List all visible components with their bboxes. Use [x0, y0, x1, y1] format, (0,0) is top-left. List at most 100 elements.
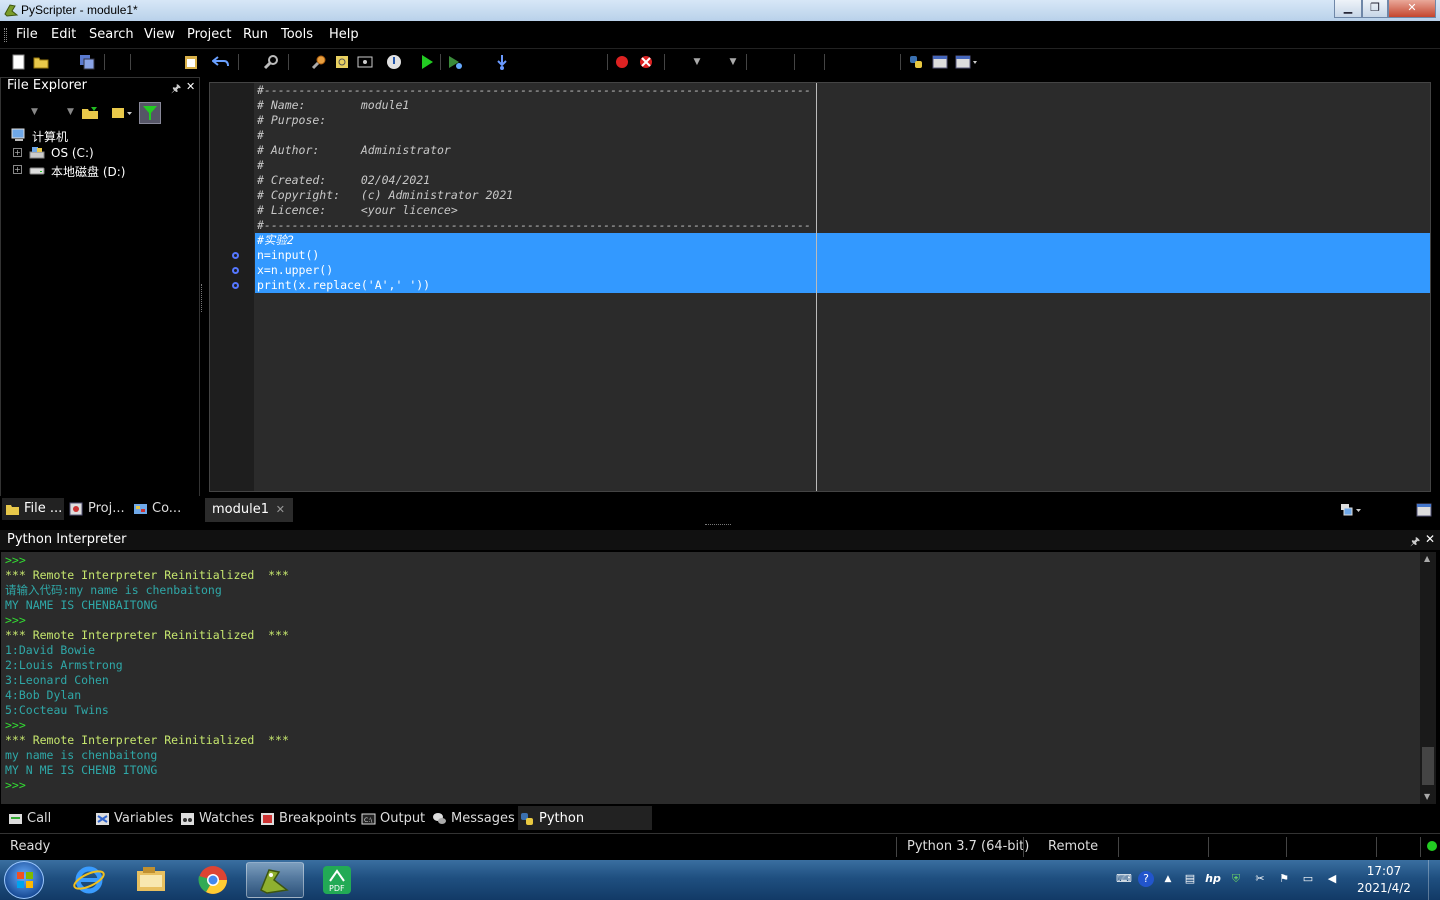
show-desktop-button[interactable]: [1428, 860, 1440, 900]
pin-icon[interactable]: 🖈: [171, 80, 181, 99]
action-center-flag-icon[interactable]: ⚑: [1276, 871, 1292, 887]
taskbar-ie[interactable]: [60, 862, 118, 898]
maximize-button[interactable]: ❐: [1362, 0, 1388, 18]
security-shield-icon[interactable]: ⛨: [1228, 871, 1244, 887]
breakpoint-icon[interactable]: [613, 53, 631, 71]
chevron-down-icon[interactable]: ▼: [67, 107, 74, 117]
python-version[interactable]: Python 3.7 (64-bit): [907, 839, 1029, 854]
network-device-icon[interactable]: ▤: [1182, 871, 1198, 887]
tab-project-explorer[interactable]: Proj...: [66, 498, 128, 520]
console-line[interactable]: 4:Bob Dylan: [5, 688, 81, 703]
close-tab-icon[interactable]: ✕: [276, 498, 285, 522]
tab-python-interpreter[interactable]: Python Interpreter: [518, 806, 652, 852]
console-line[interactable]: MY NAME IS CHENBAITONG: [5, 598, 157, 613]
console-line[interactable]: 2:Louis Armstrong: [5, 658, 123, 673]
step-into-icon[interactable]: [493, 53, 511, 71]
console-line[interactable]: >>>: [5, 718, 26, 733]
open-folder-icon[interactable]: [32, 53, 50, 71]
volume-icon[interactable]: ◀: [1324, 871, 1340, 887]
breakpoint-marker-icon[interactable]: [232, 282, 239, 289]
code-line[interactable]: #---------------------------------------…: [257, 83, 811, 98]
goto-line-icon[interactable]: [356, 53, 374, 71]
taskbar-pdf[interactable]: PDF: [308, 862, 366, 898]
undo-icon[interactable]: [212, 53, 230, 71]
expand-icon[interactable]: +: [13, 165, 22, 174]
info-icon[interactable]: [385, 53, 403, 71]
interpreter-mode[interactable]: Remote: [1048, 839, 1098, 854]
console-line[interactable]: >>>: [5, 613, 26, 628]
code-line[interactable]: # Licence: <your licence>: [257, 203, 458, 218]
replace-icon[interactable]: [333, 53, 351, 71]
code-line[interactable]: # Created: 02/04/2021: [257, 173, 430, 188]
console-line[interactable]: *** Remote Interpreter Reinitialized ***: [5, 733, 289, 748]
chevron-down-icon[interactable]: ▼: [31, 107, 38, 117]
console-line[interactable]: 请输入代码:my name is chenbaitong: [5, 583, 222, 598]
scroll-up-icon[interactable]: ▲: [1424, 554, 1430, 563]
taskbar-chrome[interactable]: [184, 862, 242, 898]
layouts-dropdown[interactable]: [955, 53, 981, 71]
new-file-icon[interactable]: [10, 53, 28, 71]
tab-code-explorer[interactable]: Co...: [130, 498, 190, 520]
code-line[interactable]: # Name: module1: [257, 98, 409, 113]
menu-edit[interactable]: Edit: [51, 27, 76, 42]
show-hidden-icons[interactable]: ▲: [1160, 871, 1176, 887]
close-icon[interactable]: ✕: [1425, 532, 1435, 546]
code-line[interactable]: #: [257, 158, 264, 173]
minimize-button[interactable]: ▁: [1334, 0, 1362, 18]
code-line[interactable]: n=input(): [257, 248, 319, 263]
code-line[interactable]: # Purpose:: [257, 113, 326, 128]
console-line[interactable]: >>>: [5, 778, 26, 793]
chevron-down-icon[interactable]: ▼: [724, 53, 742, 71]
menu-view[interactable]: View: [144, 27, 175, 42]
console-line[interactable]: 1:David Bowie: [5, 643, 95, 658]
tab-module1[interactable]: module1 ✕: [205, 498, 293, 522]
breakpoint-marker-icon[interactable]: [232, 252, 239, 259]
horizontal-splitter[interactable]: [0, 522, 1440, 530]
menu-search[interactable]: Search: [89, 27, 134, 42]
console-line[interactable]: >>>: [5, 553, 26, 568]
tab-breakpoints[interactable]: Breakpoints: [258, 808, 356, 830]
console-line[interactable]: 5:Cocteau Twins: [5, 703, 109, 718]
menu-help[interactable]: Help: [329, 27, 359, 42]
help-icon[interactable]: ?: [1138, 871, 1154, 887]
clipboard-icon[interactable]: [182, 53, 200, 71]
code-line[interactable]: # Author: Administrator: [257, 143, 451, 158]
window-list-dropdown-icon[interactable]: [1340, 503, 1366, 517]
close-icon[interactable]: ✕: [186, 80, 195, 93]
save-all-icon[interactable]: [78, 53, 96, 71]
code-line[interactable]: x=n.upper(): [257, 263, 333, 278]
python-icon[interactable]: [907, 53, 925, 71]
browse-folder-icon[interactable]: [81, 105, 99, 121]
code-line[interactable]: #实验2: [257, 233, 294, 248]
keyboard-icon[interactable]: ⌨: [1116, 871, 1132, 887]
clear-breakpoints-icon[interactable]: [637, 53, 655, 71]
new-window-icon[interactable]: [1416, 502, 1432, 518]
menu-tools[interactable]: Tools: [281, 27, 313, 42]
pin-icon[interactable]: 🖈: [1410, 533, 1420, 552]
tab-file-explorer[interactable]: File ...: [2, 498, 64, 520]
code-line[interactable]: print(x.replace('A',' ')): [257, 278, 430, 293]
tab-variables[interactable]: Variables: [93, 808, 173, 830]
scroll-thumb[interactable]: [1422, 747, 1434, 785]
tools-icon[interactable]: ✂: [1252, 871, 1268, 887]
code-line[interactable]: #---------------------------------------…: [257, 218, 811, 233]
find-icon[interactable]: [262, 53, 280, 71]
editor-gutter[interactable]: [210, 83, 254, 491]
tab-watches[interactable]: Watches: [178, 808, 254, 830]
vertical-splitter[interactable]: [201, 284, 204, 312]
start-button[interactable]: [4, 861, 44, 899]
layout-icon[interactable]: [931, 53, 949, 71]
console-line[interactable]: 3:Leonard Cohen: [5, 673, 109, 688]
favorites-dropdown-icon[interactable]: [111, 105, 135, 121]
find-in-files-icon[interactable]: [310, 53, 328, 71]
taskbar-clock[interactable]: 17:07 2021/4/2: [1354, 863, 1414, 897]
chevron-down-icon[interactable]: ▼: [688, 53, 706, 71]
code-line[interactable]: # Copyright: (c) Administrator 2021: [257, 188, 513, 203]
menu-file[interactable]: File: [16, 27, 38, 42]
run-icon[interactable]: [418, 53, 436, 71]
interpreter-scrollbar[interactable]: ▲ ▼: [1420, 552, 1436, 804]
hp-icon[interactable]: hp: [1205, 871, 1221, 887]
code-line[interactable]: #: [257, 128, 264, 143]
scroll-down-icon[interactable]: ▼: [1424, 792, 1430, 801]
breakpoint-marker-icon[interactable]: [232, 267, 239, 274]
